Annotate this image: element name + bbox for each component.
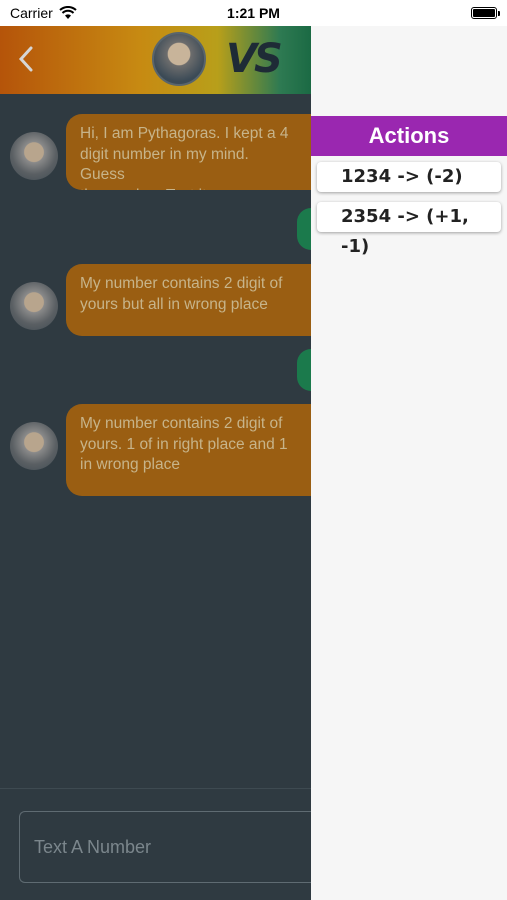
chat-area: Hi, I am Pythagoras. I kept a 4 digit nu…	[0, 94, 311, 788]
message-bubble: Hi, I am Pythagoras. I kept a 4 digit nu…	[66, 114, 311, 190]
bot-avatar	[10, 282, 58, 330]
number-input[interactable]	[19, 811, 319, 883]
bot-message: My number contains 2 digit of yours but …	[10, 264, 311, 336]
actions-drawer: Actions 1234 -> (-2) 2354 -> (+1, -1)	[311, 26, 507, 900]
bot-avatar	[10, 132, 58, 180]
action-item[interactable]: 2354 -> (+1, -1)	[317, 202, 501, 257]
opponent-avatar	[152, 32, 206, 86]
bot-avatar	[10, 422, 58, 470]
message-bubble: My number contains 2 digit of yours. 1 o…	[66, 404, 311, 496]
action-item[interactable]: 1234 -> (-2)	[317, 162, 501, 192]
back-button[interactable]	[16, 44, 40, 76]
message-bubble: My number contains 2 digit of yours but …	[66, 264, 311, 336]
status-bar: Carrier 1:21 PM	[0, 0, 507, 26]
drawer-title: Actions	[311, 116, 507, 156]
vs-badge: VS	[226, 36, 283, 82]
clock: 1:21 PM	[227, 5, 280, 21]
chevron-left-icon	[18, 46, 33, 72]
input-bar	[0, 788, 319, 900]
bot-message: Hi, I am Pythagoras. I kept a 4 digit nu…	[10, 114, 311, 190]
bot-message: My number contains 2 digit of yours. 1 o…	[10, 404, 311, 496]
user-message-bubble	[297, 208, 311, 250]
user-message-bubble	[297, 349, 311, 391]
app-header: VS	[0, 26, 311, 94]
battery-icon	[471, 7, 500, 19]
